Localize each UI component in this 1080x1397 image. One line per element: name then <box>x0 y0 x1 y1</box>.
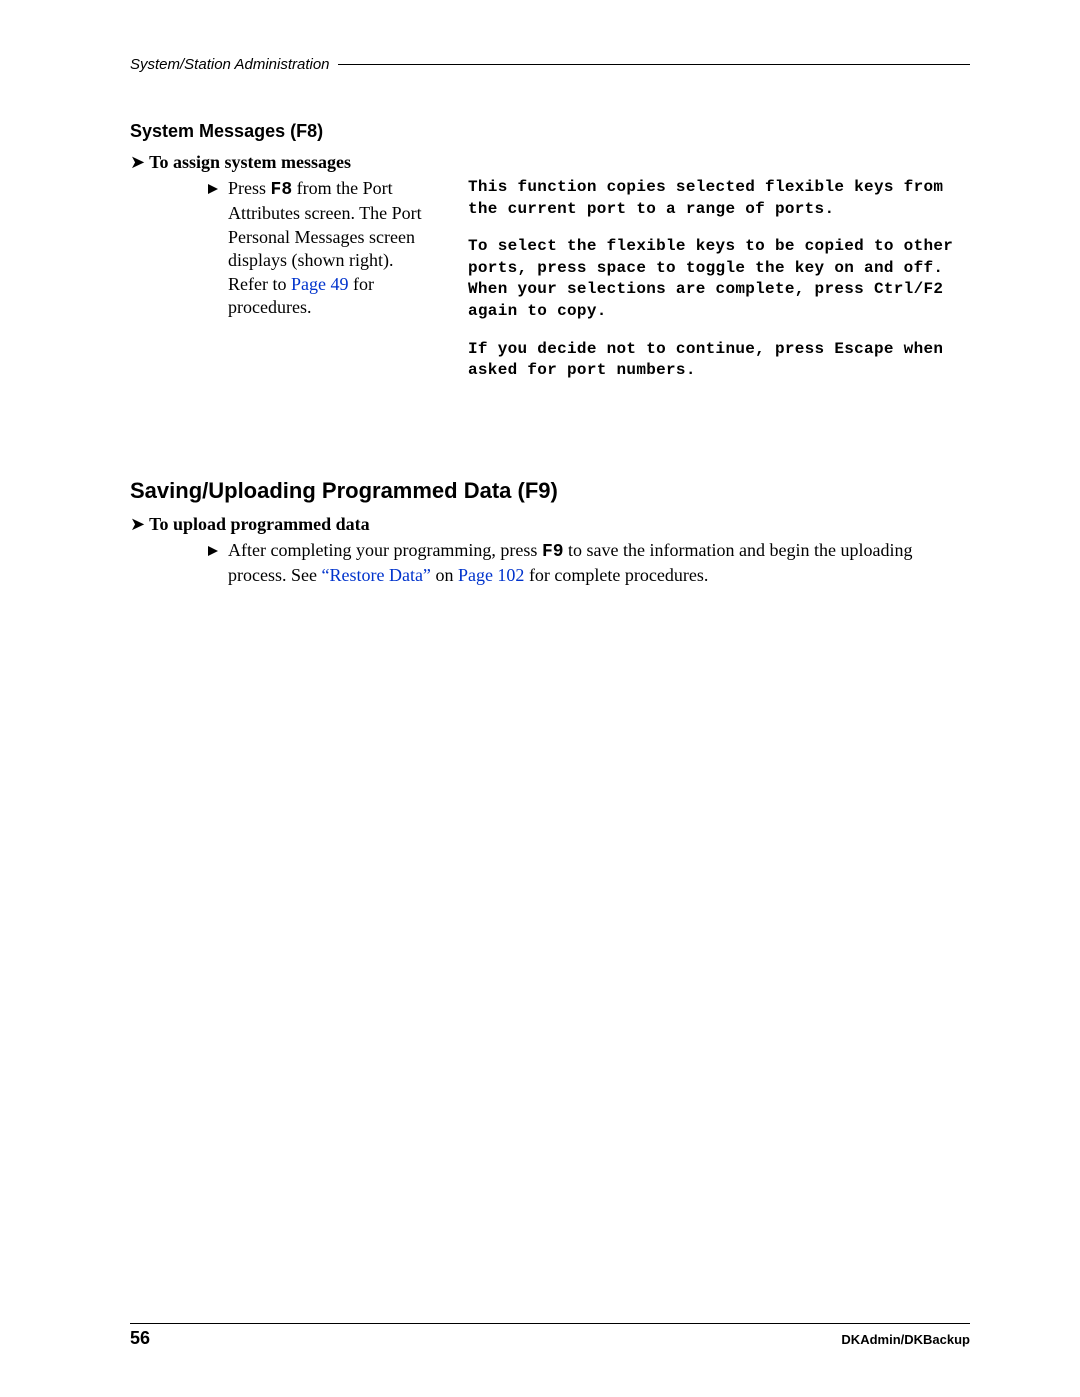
section-heading: Saving/Uploading Programmed Data (F9) <box>130 478 970 504</box>
arrow-right-icon: ➤ <box>130 152 145 173</box>
two-column-layout: Press F8 from the Port Attributes screen… <box>228 177 970 398</box>
sub-heading-row: ➤ To assign system messages <box>130 152 970 173</box>
step-prefix: Press <box>228 178 271 198</box>
step-row: After completing your programming, press… <box>130 539 970 588</box>
key-f9: F9 <box>542 542 564 562</box>
section-saving-uploading: Saving/Uploading Programmed Data (F9) ➤ … <box>130 478 970 588</box>
footer-rule <box>130 1323 970 1324</box>
step-text: After completing your programming, press… <box>228 539 970 588</box>
screen-output: This function copies selected flexible k… <box>428 177 970 398</box>
breadcrumb: System/Station Administration <box>130 56 338 73</box>
step-suffix: for complete procedures. <box>524 565 708 585</box>
sub-heading: To assign system messages <box>149 152 351 173</box>
screen-paragraph-2: To select the flexible keys to be copied… <box>468 236 970 322</box>
page-link[interactable]: Page 49 <box>291 274 349 294</box>
step-prefix: After completing your programming, press <box>228 540 542 560</box>
arrow-right-icon: ➤ <box>130 514 145 535</box>
doc-title: DKAdmin/DKBackup <box>841 1332 970 1347</box>
page-container: System/Station Administration System Mes… <box>0 0 1080 1397</box>
step-row: Press F8 from the Port Attributes screen… <box>130 177 970 398</box>
screen-paragraph-1: This function copies selected flexible k… <box>468 177 970 220</box>
header-rule <box>338 64 970 65</box>
step-text: Press F8 from the Port Attributes screen… <box>228 177 428 319</box>
page-footer: 56 DKAdmin/DKBackup <box>130 1323 970 1349</box>
restore-data-link[interactable]: “Restore Data” <box>321 565 430 585</box>
footer-row: 56 DKAdmin/DKBackup <box>130 1328 970 1349</box>
sub-heading: To upload programmed data <box>149 514 370 535</box>
page-header: System/Station Administration <box>130 56 970 73</box>
triangle-right-icon <box>208 546 218 556</box>
step-bullet <box>208 539 228 561</box>
key-f8: F8 <box>271 180 293 200</box>
triangle-right-icon <box>208 184 218 194</box>
screen-paragraph-3: If you decide not to continue, press Esc… <box>468 339 970 382</box>
page-link[interactable]: Page 102 <box>458 565 525 585</box>
page-number: 56 <box>130 1328 150 1349</box>
section-heading: System Messages (F8) <box>130 121 970 142</box>
section-system-messages: System Messages (F8) ➤ To assign system … <box>130 121 970 398</box>
step-mid2: on <box>431 565 458 585</box>
sub-heading-row: ➤ To upload programmed data <box>130 514 970 535</box>
step-bullet <box>208 177 228 199</box>
